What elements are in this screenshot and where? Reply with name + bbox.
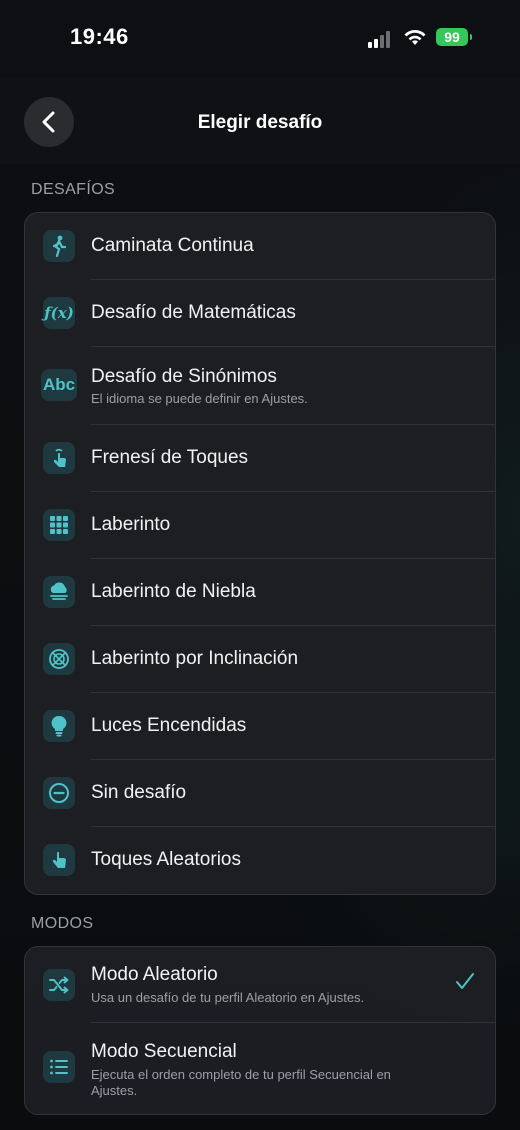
challenge-item-sin-desafio[interactable]: Sin desafío bbox=[25, 760, 495, 827]
challenges-list: Caminata Continua ƒ(x) Desafío de Matemá… bbox=[24, 212, 496, 895]
challenge-label: Sin desafío bbox=[91, 782, 187, 803]
grid-icon bbox=[43, 509, 75, 541]
challenge-item-frenesi[interactable]: Frenesí de Toques bbox=[25, 425, 495, 492]
mode-description: Usa un desafío de tu perfil Aleatorio en… bbox=[91, 990, 365, 1005]
challenge-item-caminata[interactable]: Caminata Continua bbox=[25, 213, 495, 280]
mode-item-secuencial[interactable]: Modo Secuencial Ejecuta el orden complet… bbox=[25, 1023, 495, 1114]
walk-icon bbox=[43, 230, 75, 262]
fog-icon bbox=[43, 576, 75, 608]
mode-label: Modo Aleatorio bbox=[91, 964, 218, 985]
battery-indicator: 99 bbox=[436, 28, 472, 46]
challenge-description: El idioma se puede definir en Ajustes. bbox=[91, 391, 308, 406]
section-label-modes: MODOS bbox=[31, 915, 94, 932]
section-label-challenges: DESAFÍOS bbox=[31, 181, 116, 198]
challenge-label: Toques Aleatorios bbox=[91, 849, 241, 870]
challenge-item-luces[interactable]: Luces Encendidas bbox=[25, 693, 495, 760]
challenge-label: Desafío de Matemáticas bbox=[91, 302, 296, 323]
lightbulb-icon bbox=[43, 710, 75, 742]
list-icon bbox=[43, 1051, 75, 1083]
challenge-item-laberinto[interactable]: Laberinto bbox=[25, 492, 495, 559]
navigation-bar: Elegir desafío bbox=[0, 78, 520, 164]
hand-tap-icon bbox=[43, 844, 75, 876]
function-icon: ƒ(x) bbox=[43, 297, 75, 329]
modes-list: Modo Aleatorio Usa un desafío de tu perf… bbox=[24, 946, 496, 1115]
tilt-icon bbox=[43, 643, 75, 675]
tap-icon bbox=[43, 442, 75, 474]
mode-item-aleatorio[interactable]: Modo Aleatorio Usa un desafío de tu perf… bbox=[25, 947, 495, 1023]
challenge-label: Luces Encendidas bbox=[91, 715, 247, 736]
challenge-label: Laberinto por Inclinación bbox=[91, 648, 299, 669]
challenge-label: Frenesí de Toques bbox=[91, 447, 249, 468]
battery-level: 99 bbox=[444, 29, 460, 45]
challenge-item-inclinacion[interactable]: Laberinto por Inclinación bbox=[25, 626, 495, 693]
shuffle-icon bbox=[43, 969, 75, 1001]
mode-label: Modo Secuencial bbox=[91, 1041, 237, 1062]
mode-description: Ejecuta el orden completo de tu perfil S… bbox=[91, 1067, 391, 1098]
challenge-label: Caminata Continua bbox=[91, 235, 254, 256]
minus-circle-icon bbox=[43, 777, 75, 809]
challenge-item-sinonimos[interactable]: Abc Desafío de Sinónimos El idioma se pu… bbox=[25, 347, 495, 425]
checkmark-icon bbox=[456, 973, 474, 989]
challenge-item-toques-aleatorios[interactable]: Toques Aleatorios bbox=[25, 827, 495, 894]
challenge-label: Laberinto bbox=[91, 514, 171, 535]
challenge-label: Laberinto de Niebla bbox=[91, 581, 256, 602]
cellular-signal-icon bbox=[368, 30, 396, 48]
wifi-icon bbox=[404, 30, 426, 45]
status-bar: 19:46 99 bbox=[0, 0, 520, 78]
page-title: Elegir desafío bbox=[197, 112, 323, 133]
abc-icon: Abc bbox=[41, 369, 77, 401]
challenge-item-matematicas[interactable]: ƒ(x) Desafío de Matemáticas bbox=[25, 280, 495, 347]
status-time: 19:46 bbox=[70, 24, 129, 49]
challenge-item-niebla[interactable]: Laberinto de Niebla bbox=[25, 559, 495, 626]
challenge-label: Desafío de Sinónimos bbox=[91, 366, 277, 387]
